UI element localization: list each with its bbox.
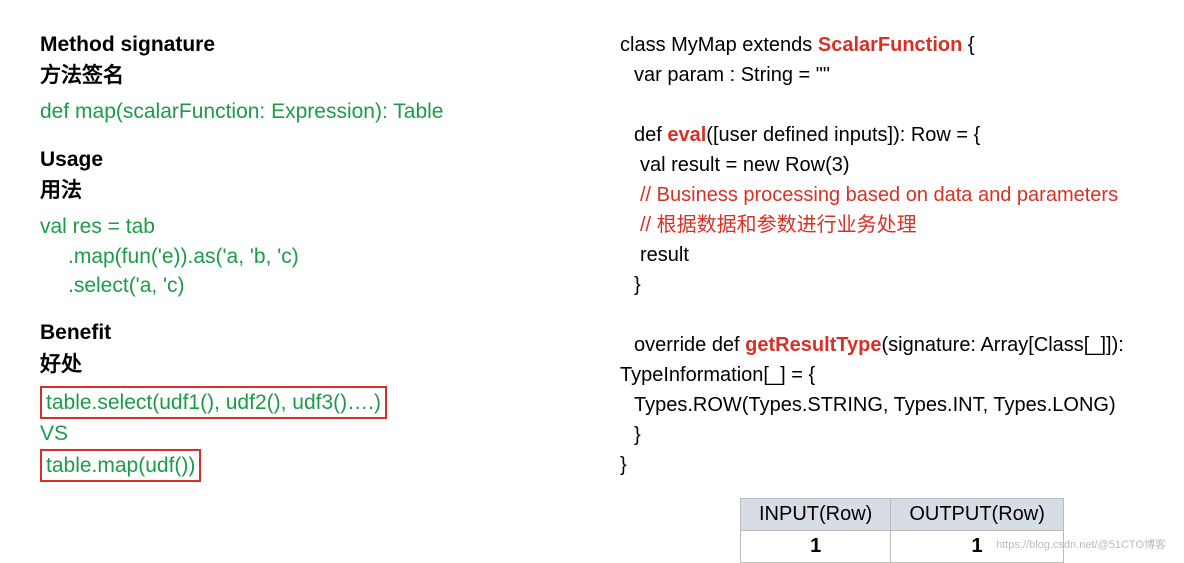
eval-bold: eval xyxy=(667,124,706,146)
io-table: INPUT(Row) OUTPUT(Row) 1 1 xyxy=(740,498,1064,563)
usage-section: Usage 用法 val res = tab .map(fun('e)).as(… xyxy=(40,145,540,301)
class-decl-bold: ScalarFunction xyxy=(818,34,962,56)
class-close: } xyxy=(620,454,627,476)
types-row: Types.ROW(Types.STRING, Types.INT, Types… xyxy=(620,390,1116,420)
result-line: result xyxy=(620,240,689,270)
getresult-post: (signature: Array[Class[_]]): xyxy=(882,334,1124,356)
benefit-heading-cn: 好处 xyxy=(40,348,540,378)
left-column: Method signature 方法签名 def map(scalarFunc… xyxy=(40,30,540,563)
watermark: https://blog.csdn.net/@51CTO博客 xyxy=(996,536,1166,552)
method-signature-heading-cn: 方法签名 xyxy=(40,59,540,89)
benefit-heading-en: Benefit xyxy=(40,318,540,347)
benefit-vs: VS xyxy=(40,422,68,445)
usage-heading-en: Usage xyxy=(40,145,540,174)
usage-code-line3: .select('a, 'c) xyxy=(40,271,540,300)
method-signature-section: Method signature 方法签名 def map(scalarFunc… xyxy=(40,30,540,127)
usage-code: val res = tab .map(fun('e)).as('a, 'b, '… xyxy=(40,212,540,300)
eval-pre: def xyxy=(634,124,667,146)
benefit-box-select: table.select(udf1(), udf2(), udf3()….) xyxy=(40,386,387,419)
comment-en: // Business processing based on data and… xyxy=(620,180,1118,210)
eval-post: ([user defined inputs]): Row = { xyxy=(706,124,980,146)
class-decl-post: { xyxy=(962,34,974,56)
benefit-box-map: table.map(udf()) xyxy=(40,449,201,482)
right-column: class MyMap extends ScalarFunction { var… xyxy=(580,30,1144,563)
usage-heading-cn: 用法 xyxy=(40,174,540,204)
typeinfo-line: TypeInformation[_] = { xyxy=(620,364,815,386)
io-table-header-input: INPUT(Row) xyxy=(741,499,891,531)
benefit-code: table.select(udf1(), udf2(), udf3()….) V… xyxy=(40,386,540,482)
method-signature-heading-en: Method signature xyxy=(40,30,540,59)
code-example: class MyMap extends ScalarFunction { var… xyxy=(620,30,1144,480)
benefit-section: Benefit 好处 table.select(udf1(), udf2(), … xyxy=(40,318,540,482)
getresult-close: } xyxy=(620,420,641,450)
io-table-header-output: OUTPUT(Row) xyxy=(891,499,1064,531)
val-result: val result = new Row(3) xyxy=(620,150,850,180)
io-table-value-input: 1 xyxy=(741,531,891,563)
var-param: var param : String = "" xyxy=(620,60,830,90)
eval-close: } xyxy=(620,270,641,300)
usage-code-line2: .map(fun('e)).as('a, 'b, 'c) xyxy=(40,242,540,271)
comment-cn: // 根据数据和参数进行业务处理 xyxy=(620,210,917,240)
getresult-pre: override def xyxy=(634,334,745,356)
class-decl-pre: class MyMap extends xyxy=(620,34,818,56)
usage-code-line1: val res = tab xyxy=(40,215,155,238)
getresult-bold: getResultType xyxy=(745,334,881,356)
method-signature-code: def map(scalarFunction: Expression): Tab… xyxy=(40,97,540,126)
